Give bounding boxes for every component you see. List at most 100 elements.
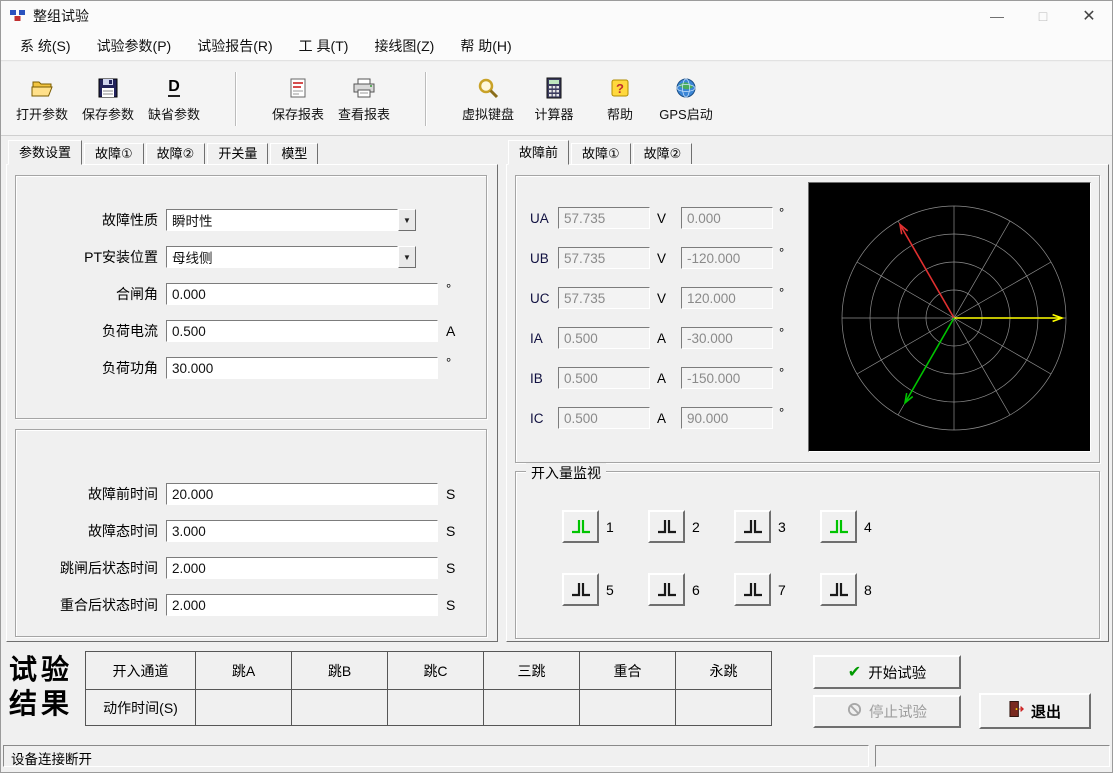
pt-position-dropdown[interactable]: ▼	[166, 246, 416, 268]
results-data-row: 动作时间(S)	[86, 690, 772, 726]
fault-nature-value[interactable]	[166, 209, 398, 231]
column-header: 跳C	[388, 652, 484, 690]
start-test-button[interactable]: ✔ 开始试验	[813, 655, 961, 689]
chevron-down-icon[interactable]: ▼	[398, 246, 416, 268]
save-params-button[interactable]: 保存参数	[75, 75, 141, 123]
row-label: 动作时间(S)	[86, 690, 196, 726]
switch-contact-button-2[interactable]	[648, 510, 685, 543]
switch-contact-button-5[interactable]	[562, 573, 599, 606]
form-row: 重合后状态时间 S	[16, 593, 486, 617]
menu-help[interactable]: 帮 助(H)	[447, 31, 524, 61]
load-power-angle-input[interactable]	[166, 357, 438, 379]
svg-text:?: ?	[616, 81, 624, 96]
ub-magnitude-input[interactable]	[558, 247, 650, 269]
ua-angle-input[interactable]	[681, 207, 773, 229]
close-button[interactable]: ✕	[1066, 1, 1112, 31]
phasor-label: UA	[530, 211, 558, 226]
calculator-button[interactable]: 计算器	[521, 75, 587, 123]
ua-magnitude-input[interactable]	[558, 207, 650, 229]
field-label: 重合后状态时间	[16, 595, 166, 615]
toolbar-label: 虚拟键盘	[462, 104, 514, 123]
switch-contact-button-7[interactable]	[734, 573, 771, 606]
minimize-button[interactable]: —	[974, 1, 1020, 31]
tab-model[interactable]: 模型	[270, 143, 318, 164]
app-window: 整组试验 — □ ✕ 系 统(S) 试验参数(P) 试验报告(R) 工 具(T)…	[0, 0, 1113, 773]
column-header: 跳A	[196, 652, 292, 690]
tab-prefault[interactable]: 故障前	[508, 140, 569, 165]
switch-contact-button-3[interactable]	[734, 510, 771, 543]
degree-symbol: °	[779, 365, 784, 380]
stop-test-button[interactable]: 停止试验	[813, 695, 961, 728]
exit-button[interactable]: 退出	[979, 693, 1091, 729]
menu-test-report[interactable]: 试验报告(R)	[184, 31, 285, 61]
results-section: 试验结果 开入通道 跳A 跳B 跳C 三跳 重合 永跳 动作时间(S)	[1, 647, 1112, 741]
view-report-button[interactable]: 查看报表	[331, 75, 397, 123]
result-cell	[580, 690, 676, 726]
menu-bar: 系 统(S) 试验参数(P) 试验报告(R) 工 具(T) 接线图(Z) 帮 助…	[1, 31, 1112, 61]
channel-number: 3	[778, 519, 786, 535]
switch-contact-button-4[interactable]	[820, 510, 857, 543]
open-params-button[interactable]: 打开参数	[9, 75, 75, 123]
ic-magnitude-input[interactable]	[558, 407, 650, 429]
fault-nature-dropdown[interactable]: ▼	[166, 209, 416, 231]
gps-start-button[interactable]: GPS启动	[653, 75, 719, 123]
result-cell	[292, 690, 388, 726]
open-folder-icon	[30, 75, 54, 101]
switch-contact-button-6[interactable]	[648, 573, 685, 606]
ib-magnitude-input[interactable]	[558, 367, 650, 389]
ia-magnitude-input[interactable]	[558, 327, 650, 349]
closing-angle-input[interactable]	[166, 283, 438, 305]
tab-fault-1-right[interactable]: 故障①	[571, 143, 631, 164]
unit-label: S	[446, 486, 455, 502]
connection-status: 设备连接断开	[3, 745, 869, 767]
phasor-label: UB	[530, 251, 558, 266]
phasor-label: IA	[530, 331, 558, 346]
chevron-down-icon[interactable]: ▼	[398, 209, 416, 231]
ub-angle-input[interactable]	[681, 247, 773, 269]
channel-number: 4	[864, 519, 872, 535]
uc-angle-input[interactable]	[681, 287, 773, 309]
toolbar-label: 缺省参数	[148, 104, 200, 123]
menu-test-params[interactable]: 试验参数(P)	[84, 31, 185, 61]
ib-angle-input[interactable]	[681, 367, 773, 389]
ia-angle-input[interactable]	[681, 327, 773, 349]
left-tab-strip: 参数设置 故障① 故障② 开关量 模型	[6, 139, 498, 164]
toolbar-label: 计算器	[534, 104, 573, 123]
menu-system[interactable]: 系 统(S)	[7, 31, 84, 61]
switch-channel: 5	[562, 573, 620, 606]
form-row: PT安装位置 ▼	[16, 245, 486, 269]
save-report-button[interactable]: 保存报表	[265, 75, 331, 123]
post-reclose-time-input[interactable]	[166, 594, 438, 616]
stop-test-label: 停止试验	[869, 701, 927, 722]
unit-label: V	[657, 251, 673, 266]
ic-angle-input[interactable]	[681, 407, 773, 429]
tab-fault-2-right[interactable]: 故障②	[633, 143, 693, 164]
tab-switch-quantity[interactable]: 开关量	[207, 143, 268, 164]
degree-symbol: °	[779, 205, 784, 220]
virtual-keyboard-button[interactable]: 虚拟键盘	[455, 75, 521, 123]
load-current-input[interactable]	[166, 320, 438, 342]
post-trip-time-input[interactable]	[166, 557, 438, 579]
tab-fault-2[interactable]: 故障②	[146, 143, 206, 164]
tab-param-settings[interactable]: 参数设置	[8, 140, 82, 165]
toolbar-label: 保存报表	[272, 104, 324, 123]
switch-channel: 8	[820, 573, 878, 606]
result-cell	[196, 690, 292, 726]
uc-magnitude-input[interactable]	[558, 287, 650, 309]
menu-tools[interactable]: 工 具(T)	[286, 31, 362, 61]
tab-fault-1[interactable]: 故障①	[84, 143, 144, 164]
gps-globe-icon	[675, 75, 697, 101]
right-tab-strip: 故障前 故障① 故障②	[506, 139, 1109, 164]
switch-channel: 1	[562, 510, 620, 543]
maximize-button[interactable]: □	[1020, 1, 1066, 31]
menu-wiring-diagram[interactable]: 接线图(Z)	[361, 31, 447, 61]
default-params-button[interactable]: D 缺省参数	[141, 75, 207, 123]
left-panel: 参数设置 故障① 故障② 开关量 模型 故障性质 ▼ PT安装位置	[6, 139, 498, 642]
help-button[interactable]: ? 帮助	[587, 75, 653, 123]
prefault-time-input[interactable]	[166, 483, 438, 505]
pt-position-value[interactable]	[166, 246, 398, 268]
fault-params-groupbox: 故障性质 ▼ PT安装位置 ▼ 合闸角 °	[15, 175, 487, 419]
switch-contact-button-8[interactable]	[820, 573, 857, 606]
fault-state-time-input[interactable]	[166, 520, 438, 542]
switch-contact-button-1[interactable]	[562, 510, 599, 543]
